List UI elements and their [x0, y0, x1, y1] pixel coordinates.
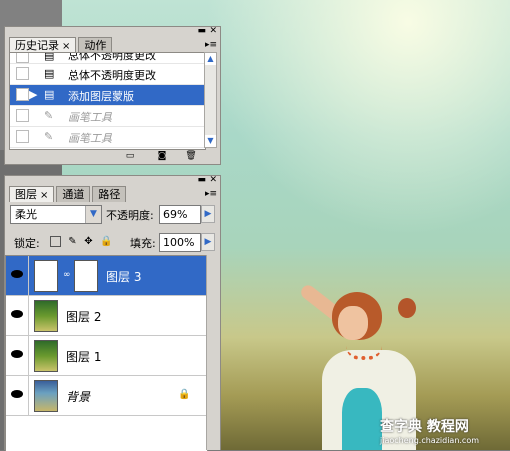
blend-mode-value: 柔光 — [15, 208, 37, 221]
fill-value: 100% — [163, 236, 195, 249]
opacity-slider-arrow-icon[interactable]: ▶ — [201, 205, 215, 223]
opacity-label: 不透明度: — [106, 209, 154, 222]
lock-label: 锁定: — [14, 237, 40, 250]
tab-paths-label: 路径 — [98, 188, 121, 201]
layer-name: 背景 — [66, 390, 91, 404]
snapshot-source-checkbox[interactable] — [16, 88, 29, 101]
tab-paths[interactable]: 路径 — [92, 186, 127, 202]
eye-icon — [11, 310, 23, 318]
watermark-url: jiaocheng.chazidian.com — [380, 436, 480, 445]
close-tab-icon[interactable]: × — [62, 41, 70, 52]
history-tabs: 历史记录 × 动作 — [9, 37, 114, 53]
layer-mask-thumbnail[interactable] — [74, 260, 98, 292]
panel-menu-icon[interactable]: ▸≡ — [205, 40, 217, 50]
eye-icon — [11, 350, 23, 358]
layer-name: 图层 3 — [106, 270, 142, 284]
minimize-icon[interactable]: ▬ — [197, 176, 206, 185]
panel-menu-icon[interactable]: ▸≡ — [205, 189, 217, 199]
layer-thumbnail[interactable] — [34, 380, 58, 412]
watermark-main: 查字典 教程网 — [380, 419, 469, 435]
history-state-row-selected[interactable]: ▶ ▤ 添加图层蒙版 — [10, 85, 205, 106]
tab-layers-label: 图层 — [15, 188, 37, 201]
lock-move-icon[interactable]: ✥ — [83, 236, 94, 247]
visibility-toggle[interactable] — [6, 376, 29, 415]
snapshot-source-checkbox[interactable] — [16, 67, 29, 80]
history-state-label: 画笔工具 — [68, 111, 112, 124]
history-list: ▤ 总体不透明度更改 ▤ 总体不透明度更改 ▶ ▤ 添加图层蒙版 ✎ 画笔工具 … — [9, 52, 206, 150]
history-scrollbar[interactable]: ▲ ▼ — [204, 52, 217, 148]
lock-brush-icon[interactable]: ✎ — [67, 236, 78, 247]
photo-girl-bun — [398, 298, 416, 318]
history-panel-titlebar[interactable] — [5, 27, 220, 37]
lock-all-icon[interactable]: 🔒 — [100, 236, 112, 247]
minimize-icon[interactable]: ▬ — [197, 27, 206, 36]
chain-link-icon[interactable]: ∞ — [63, 270, 71, 280]
brush-icon: ✎ — [44, 130, 54, 143]
close-icon[interactable]: ✕ — [209, 176, 217, 185]
layers-scrollbar[interactable] — [206, 255, 220, 450]
layer-thumbnail[interactable] — [34, 340, 58, 372]
watermark: 查字典 教程网 jiaocheng.chazidian.com — [380, 416, 500, 446]
layers-tabs: 图层 × 通道 路径 — [9, 186, 128, 202]
eye-icon — [11, 390, 23, 398]
layer-name: 图层 1 — [66, 350, 102, 364]
fill-label: 填充: — [130, 237, 156, 250]
snapshot-camera-icon[interactable]: ◙ — [156, 151, 168, 161]
opacity-value: 69% — [163, 208, 188, 221]
tab-channels-label: 通道 — [62, 188, 85, 201]
history-state-label: 总体不透明度更改 — [68, 52, 156, 62]
layer-row-layer-3[interactable]: ∞ 图层 3 — [6, 256, 207, 296]
trash-icon[interactable]: 🗑 — [185, 151, 197, 161]
layer-row-layer-2[interactable]: 图层 2 — [6, 296, 207, 336]
history-state-row[interactable]: ▤ 总体不透明度更改 — [10, 53, 205, 64]
fill-slider-arrow-icon[interactable]: ▶ — [201, 233, 215, 251]
visibility-toggle[interactable] — [6, 256, 29, 295]
scroll-up-arrow-icon[interactable]: ▲ — [205, 53, 216, 65]
history-state-label: 画笔工具 — [68, 132, 112, 145]
tab-history-label: 历史记录 — [15, 39, 59, 52]
snapshot-source-checkbox[interactable] — [16, 109, 29, 122]
history-state-label: 添加图层蒙版 — [68, 90, 134, 103]
tab-actions[interactable]: 动作 — [78, 37, 113, 53]
tab-layers[interactable]: 图层 × — [9, 186, 55, 202]
layers-list: ∞ 图层 3 图层 2 图层 1 背景 🔒 — [5, 255, 208, 451]
history-brush-marker-icon: ▶ — [29, 88, 38, 101]
layer-thumbnail[interactable] — [34, 300, 58, 332]
history-state-icon: ▤ — [44, 88, 55, 101]
visibility-toggle[interactable] — [6, 296, 29, 335]
layer-row-background[interactable]: 背景 🔒 — [6, 376, 207, 416]
layer-thumbnail[interactable] — [34, 260, 58, 292]
layer-row-layer-1[interactable]: 图层 1 — [6, 336, 207, 376]
history-toolbar: ▭ ◙ 🗑 — [4, 149, 221, 163]
history-state-row[interactable]: ▤ 总体不透明度更改 — [10, 64, 205, 85]
opacity-input[interactable]: 69% — [159, 205, 201, 224]
tab-actions-label: 动作 — [84, 39, 107, 52]
close-icon[interactable]: ✕ — [209, 27, 217, 36]
blend-mode-select[interactable]: 柔光 ▼ — [10, 205, 102, 224]
close-tab-icon[interactable]: × — [40, 190, 48, 201]
tab-channels[interactable]: 通道 — [56, 186, 91, 202]
eye-icon — [11, 270, 23, 278]
lock-transparent-icon[interactable] — [50, 236, 61, 247]
tab-history[interactable]: 历史记录 × — [9, 37, 77, 53]
new-document-from-state-icon[interactable]: ▭ — [124, 151, 136, 161]
chevron-down-icon[interactable]: ▼ — [85, 206, 101, 223]
fill-input[interactable]: 100% — [159, 233, 201, 252]
history-state-label: 总体不透明度更改 — [68, 69, 156, 82]
scroll-down-arrow-icon[interactable]: ▼ — [205, 135, 216, 147]
layer-name: 图层 2 — [66, 310, 102, 324]
history-state-icon: ▤ — [44, 67, 55, 80]
history-state-icon: ▤ — [44, 52, 55, 62]
visibility-toggle[interactable] — [6, 336, 29, 375]
layers-panel-titlebar[interactable] — [5, 176, 220, 186]
history-state-row[interactable]: ✎ 画笔工具 — [10, 106, 205, 127]
photo-shirt-print — [342, 388, 382, 450]
brush-icon: ✎ — [44, 109, 54, 122]
snapshot-source-checkbox[interactable] — [16, 53, 29, 63]
history-state-row[interactable]: ✎ 画笔工具 — [10, 127, 205, 148]
lock-icon: 🔒 — [178, 389, 191, 400]
snapshot-source-checkbox[interactable] — [16, 130, 29, 143]
photo-girl-face — [338, 306, 368, 340]
